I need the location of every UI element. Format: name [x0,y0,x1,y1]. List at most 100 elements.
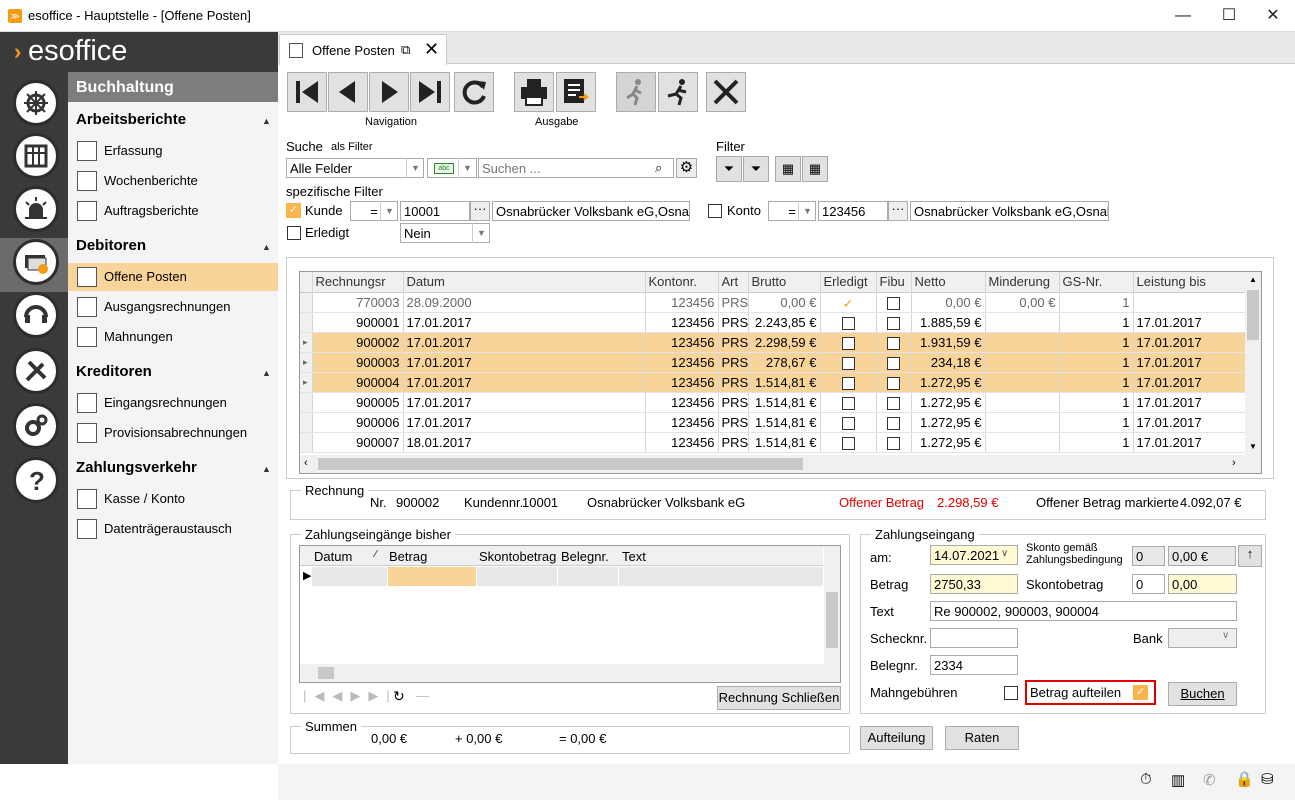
cell-gs-nr[interactable]: 1 [1059,352,1134,373]
invoice-grid[interactable]: Rechnungsr Datum Kontonr. Art Brutto Erledigt… [299,271,1262,474]
col-header-brutto[interactable]: Brutto [748,272,821,293]
checkbox[interactable] [887,436,900,450]
help-icon[interactable]: ? [13,457,59,503]
filter-columns-all-icon[interactable]: ▦ [802,156,828,182]
search-field-select[interactable]: Alle Felder [286,158,424,178]
cell-gs-nr[interactable]: 1 [1059,292,1134,313]
cell-kontonr[interactable]: 123456 [645,332,719,353]
col-skontobetrag[interactable]: Skontobetrag [479,549,556,564]
betrag-input[interactable]: 2750,33 [930,574,1018,594]
table-row[interactable]: 770003 28.09.2000 123456 PRS 0,00 € ✓ 0,00 €0,… [300,292,1247,313]
helm-icon[interactable] [13,80,59,126]
delete-row-icon[interactable]: — [416,688,429,703]
cell-rechnungsnr[interactable]: 900007 [312,432,404,453]
vertical-scrollbar[interactable]: ▲ ▼ [1245,272,1261,455]
nav-item-datentraegeraustausch[interactable]: Datenträgeraustausch [68,515,278,543]
raten-button[interactable]: Raten [945,726,1019,750]
cell-netto[interactable]: 0,00 € [911,292,986,313]
cell-datum[interactable]: 17.01.2017 [403,412,646,433]
cell-minderung[interactable]: 0,00 € [985,292,1060,313]
cell-leistung-bis[interactable]: 17.01.2017 [1133,332,1247,353]
chevron-down-icon[interactable]: ▼ [458,158,476,178]
scroll-up-icon[interactable]: ▲ [1245,275,1261,284]
next-record-button[interactable] [369,72,409,112]
cell-rechnungsnr[interactable]: 900005 [312,392,404,413]
kunde-number-input[interactable]: 10001 [400,201,470,221]
col-header-fibu[interactable]: Fibu [876,272,912,293]
schecknr-input[interactable] [930,628,1018,648]
table-row[interactable]: 900005 17.01.2017 123456 PRS 1.514,81 €1.272… [300,392,1247,413]
cell-brutto[interactable]: 1.514,81 € [748,392,821,413]
col-header-rechnungsnr[interactable]: Rechnungsr [312,272,404,293]
popout-icon[interactable]: ⧉ [401,42,410,58]
skontobetrag-input[interactable]: 0,00 [1168,574,1237,594]
scroll-thumb[interactable] [826,592,838,648]
col-datum[interactable]: Datum [314,549,352,564]
cell-minderung[interactable] [985,312,1060,333]
cell-gs-nr[interactable]: 1 [1059,392,1134,413]
cell-datum[interactable]: 17.01.2017 [403,332,646,353]
cell-rechnungsnr[interactable]: 900002 [312,332,404,353]
cell-art[interactable]: PRS [718,392,749,413]
money-icon[interactable] [13,239,59,285]
new-row-belegnr[interactable] [558,567,618,586]
cell-fibu[interactable] [876,352,912,373]
nav-item-offene-posten[interactable]: Offene Posten [68,263,278,291]
checkbox[interactable] [841,416,855,430]
cell-fibu[interactable] [876,372,912,393]
nav-item-kasse-konto[interactable]: Kasse / Konto [68,485,278,513]
lock-icon[interactable]: 🔒 [1235,770,1254,788]
nav-item-auftragsberichte[interactable]: Auftragsberichte [68,197,278,225]
kunde-lookup-button[interactable]: ··· [470,201,490,221]
cell-rechnungsnr[interactable]: 900001 [312,312,404,333]
cell-rechnungsnr[interactable]: 770003 [312,292,404,313]
checkbox[interactable] [887,396,900,410]
col-header-minderung[interactable]: Minderung [985,272,1060,293]
scroll-thumb[interactable] [1247,290,1259,340]
search-input[interactable] [478,158,674,178]
table-row[interactable]: 900007 18.01.2017 123456 PRS 1.514,81 € 1.272… [300,432,1247,453]
hscroll-thumb[interactable] [318,667,334,679]
nav-item-mahnungen[interactable]: Mahnungen [68,323,278,351]
checkbox[interactable] [887,336,900,350]
cell-datum[interactable]: 17.01.2017 [403,372,646,393]
aufteilung-button[interactable]: Aufteilung [860,726,933,750]
cell-art[interactable]: PRS [718,292,749,313]
cell-minderung[interactable] [985,432,1060,453]
horizontal-scrollbar[interactable]: ‹ › [300,455,1261,473]
tools-icon[interactable] [13,348,59,394]
cell-netto[interactable]: 1.272,95 € [911,432,986,453]
collapse-icon[interactable]: ▲ [262,368,271,378]
belegnr-input[interactable]: 2334 [930,655,1018,675]
cell-leistung-bis[interactable]: 17.01.2017 [1133,412,1247,433]
nav-item-erfassung[interactable]: Erfassung [68,137,278,165]
cell-art[interactable]: PRS [718,372,749,393]
rechnung-schliessen-button[interactable]: Rechnung Schließen [717,686,841,710]
gears-icon[interactable] [13,403,59,449]
betrag-aufteilen-checkbox[interactable]: ✓ [1133,685,1148,700]
payments-hscroll[interactable] [300,664,840,682]
table-row[interactable]: ▸ 900003 17.01.2017 123456 PRS 278,67 €234,18… [300,352,1247,373]
text-input[interactable]: Re 900002, 900003, 900004 [930,601,1237,621]
checkbox[interactable] [841,336,855,350]
chevron-down-icon[interactable]: ▼ [406,158,424,178]
cell-fibu[interactable] [876,432,912,453]
konto-number-input[interactable]: 123456 [818,201,888,221]
cell-datum[interactable]: 17.01.2017 [403,392,646,413]
filter-columns-icon[interactable]: ▦ [775,156,801,182]
minimize-button[interactable]: — [1160,0,1206,32]
previous-record-button[interactable] [328,72,368,112]
chevron-down-icon[interactable]: ▼ [472,223,490,243]
new-row-datum[interactable] [312,567,387,586]
cell-erledigt[interactable] [820,332,877,353]
cell-netto[interactable]: 1.931,59 € [911,332,986,353]
scroll-right-icon[interactable]: › [1232,457,1236,469]
cell-art[interactable]: PRS [718,352,749,373]
cell-erledigt[interactable] [820,372,877,393]
cell-netto[interactable]: 1.272,95 € [911,412,986,433]
checkbox[interactable] [887,376,900,390]
scroll-down-icon[interactable]: ▼ [1245,442,1261,451]
cell-gs-nr[interactable]: 1 [1059,412,1134,433]
payments-new-row[interactable]: ▶ [300,567,823,586]
payments-vscroll[interactable] [824,546,840,664]
